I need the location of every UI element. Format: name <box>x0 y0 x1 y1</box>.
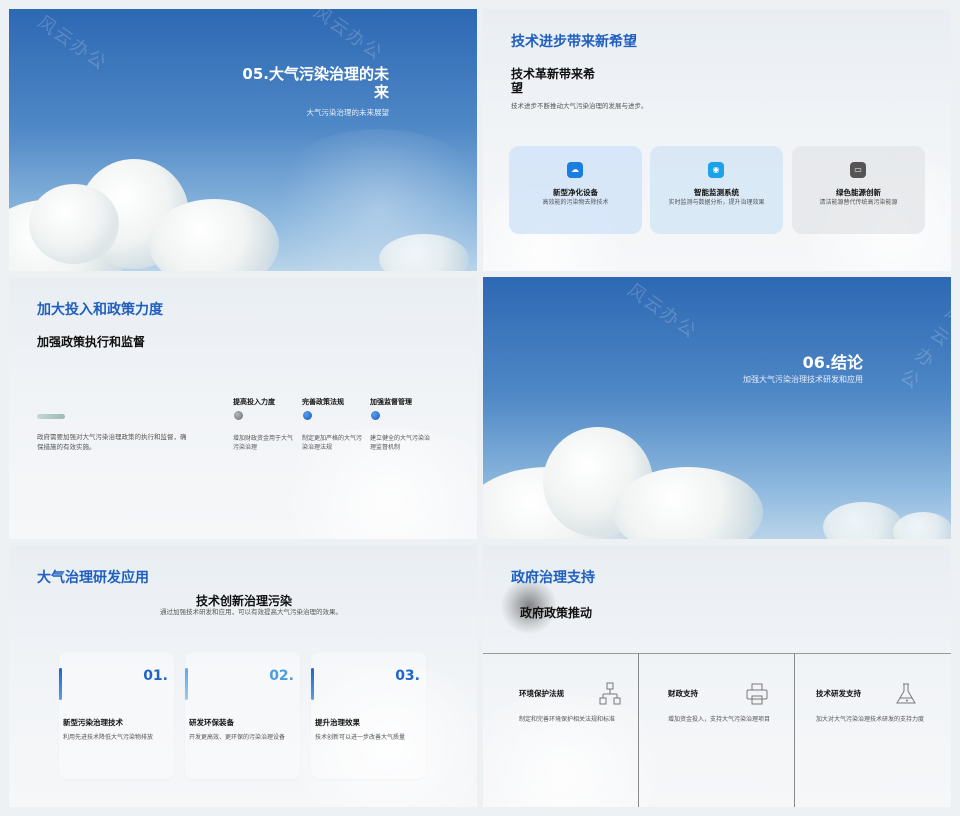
slide-tech-hope[interactable]: 技术进步带来新希望 技术革新带来希望 技术进步不断推动大气污染治理的发展与进步。… <box>483 9 951 271</box>
bullet-dot <box>303 411 312 420</box>
section-title: 大气治理研发应用 <box>37 570 149 586</box>
slide-subtitle: 大气污染治理的未来展望 <box>306 108 390 117</box>
column-title: 加强监督管理 <box>370 398 412 406</box>
watermark: 风云办公 <box>896 301 951 395</box>
item-title: 财政支持 <box>668 689 698 698</box>
item-title: 技术研发支持 <box>816 689 861 698</box>
divider <box>794 653 795 807</box>
slide-description: 通过加强技术研发和应用，可以有效提高大气污染治理的效果。 <box>160 608 342 616</box>
card-desc: 实时监测与数据分析，提升治理效果 <box>668 199 765 206</box>
card-title: 提升治理效果 <box>315 718 360 727</box>
item-desc: 增加资金投入，支持大气污染治理项目 <box>668 716 771 723</box>
monitor-icon: ◉ <box>708 162 724 178</box>
research-card-1[interactable]: 01. 新型污染治理技术 利用先进技术降低大气污染物排放 <box>59 652 174 779</box>
card-number: 01. <box>143 668 168 684</box>
item-title: 环境保护法规 <box>519 689 564 698</box>
card-title: 研发环保装备 <box>189 718 234 727</box>
slide-policy[interactable]: 加大投入和政策力度 加强政策执行和监督 政府需要加强对大气污染治理政策的执行和监… <box>9 277 477 539</box>
card-title: 新型净化设备 <box>553 188 598 197</box>
cloud-icon: ☁ <box>567 162 583 178</box>
item-desc: 加大对大气污染治理技术研发的支持力度 <box>816 716 925 723</box>
card-title: 新型污染治理技术 <box>63 718 123 727</box>
card-purifier[interactable]: ☁ 新型净化设备 高效能的污染物去除技术 <box>509 146 642 234</box>
slide-future[interactable]: 风云办公 风云办公 05.大气污染治理的未来 大气污染治理的未来展望 <box>9 9 477 271</box>
divider <box>483 653 951 654</box>
column-desc: 制定更加严格的大气污染治理法规 <box>302 435 363 451</box>
card-title: 智能监测系统 <box>694 188 739 197</box>
accent-bar <box>185 668 188 700</box>
accent-bar <box>37 414 65 419</box>
slide-title: 06.结论 <box>802 353 863 372</box>
item-desc: 制定和完善环境保护相关法规和标准 <box>519 716 616 723</box>
divider <box>638 653 639 807</box>
card-desc: 技术创新可以进一步改善大气质量 <box>315 734 406 741</box>
card-desc: 开发更高效、更环保的污染治理设备 <box>189 734 286 741</box>
card-desc: 高效能的污染物去除技术 <box>542 199 609 206</box>
watermark: 风云办公 <box>309 9 387 65</box>
accent-bar <box>311 668 314 700</box>
section-title: 加大投入和政策力度 <box>37 302 163 318</box>
watermark: 风云办公 <box>33 11 111 75</box>
slide-grid: 风云办公 风云办公 05.大气污染治理的未来 大气污染治理的未来展望 技术进步带… <box>0 0 960 816</box>
bullet-dot <box>234 411 243 420</box>
section-title: 技术进步带来新希望 <box>511 34 637 50</box>
watermark: 风云办公 <box>623 279 701 343</box>
research-card-2[interactable]: 02. 研发环保装备 开发更高效、更环保的污染治理设备 <box>185 652 300 779</box>
card-title: 绿色能源创新 <box>836 188 881 197</box>
accent-bar <box>59 668 62 700</box>
section-title: 政府治理支持 <box>511 570 595 586</box>
slide-heading: 政府政策推动 <box>520 606 593 620</box>
card-desc: 清洁能源替代传统高污染能源 <box>819 199 898 206</box>
column-title: 提高投入力度 <box>233 398 275 406</box>
bullet-dot <box>371 411 380 420</box>
slide-description: 技术进步不断推动大气污染治理的发展与进步。 <box>511 102 648 110</box>
card-number: 02. <box>269 668 294 684</box>
slide-heading: 技术革新带来希望 <box>511 67 596 96</box>
column-desc: 增加财政资金用于大气污染治理 <box>233 435 294 451</box>
slide-title: 05.大气污染治理的未来 <box>242 65 389 101</box>
column-desc: 建立健全的大气污染治理监督机制 <box>370 435 431 451</box>
card-energy[interactable]: ▭ 绿色能源创新 清洁能源替代传统高污染能源 <box>792 146 925 234</box>
org-chart-icon <box>599 682 621 705</box>
slide-conclusion[interactable]: 风云办公 风云办公 06.结论 加强大气污染治理技术研发和应用 <box>483 277 951 539</box>
slide-government[interactable]: 政府治理支持 政府政策推动 环境保护法规 制定和完善环境保护相关法规和标准 财政… <box>483 545 951 807</box>
slide-heading: 加强政策执行和监督 <box>37 335 146 349</box>
slide-research[interactable]: 大气治理研发应用 技术创新治理污染 通过加强技术研发和应用，可以有效提高大气污染… <box>9 545 477 807</box>
card-desc: 利用先进技术降低大气污染物排放 <box>63 734 154 741</box>
research-card-3[interactable]: 03. 提升治理效果 技术创新可以进一步改善大气质量 <box>311 652 426 779</box>
column-title: 完善政策法规 <box>302 398 344 406</box>
flask-icon <box>896 683 916 704</box>
slide-heading: 技术创新治理污染 <box>196 594 293 608</box>
slide-description: 政府需要加强对大气污染治理政策的执行和监督，确保措施的有效实施。 <box>37 433 187 451</box>
card-monitor[interactable]: ◉ 智能监测系统 实时监测与数据分析，提升治理效果 <box>650 146 783 234</box>
card-number: 03. <box>395 668 420 684</box>
energy-icon: ▭ <box>850 162 866 178</box>
printer-icon <box>746 683 768 705</box>
slide-subtitle: 加强大气污染治理技术研发和应用 <box>743 375 863 384</box>
